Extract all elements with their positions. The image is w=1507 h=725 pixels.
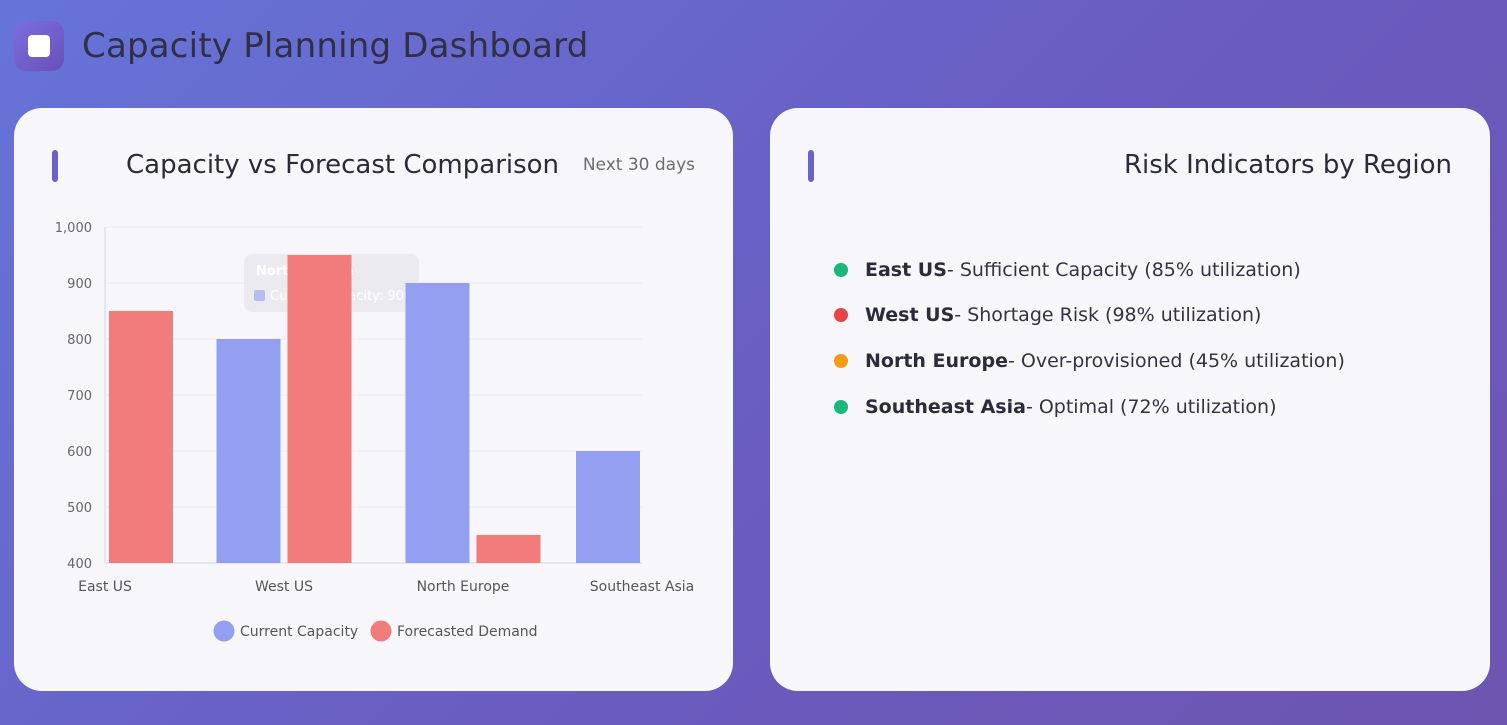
page-header: Capacity Planning Dashboard xyxy=(14,20,589,72)
risk-region-name: Southeast Asia xyxy=(865,395,1026,418)
x-tick-label: Southeast Asia xyxy=(590,579,694,595)
y-tick-label: 400 xyxy=(67,557,92,572)
bar-current-capacity[interactable] xyxy=(576,451,640,563)
y-tick-label: 600 xyxy=(67,445,92,460)
legend-label[interactable]: Current Capacity xyxy=(240,624,358,640)
y-tick-label: 900 xyxy=(67,277,92,292)
status-dot-icon xyxy=(834,308,848,323)
risk-item-east-us: East US - Sufficient Capacity (85% utili… xyxy=(834,258,1345,281)
bar-current-capacity[interactable] xyxy=(216,339,281,563)
risk-description: - Over-provisioned (45% utilization) xyxy=(1007,349,1345,372)
tooltip-swatch xyxy=(254,290,265,301)
bar-forecasted-demand[interactable] xyxy=(287,255,352,563)
risk-indicators-card: Risk Indicators by Region East US - Suff… xyxy=(770,108,1490,691)
bar-forecasted-demand[interactable] xyxy=(476,535,541,563)
risk-list: East US - Sufficient Capacity (85% utili… xyxy=(834,258,1345,441)
bar-current-capacity[interactable] xyxy=(405,283,470,563)
y-axis-ticks: 1,000 900 800 700 600 500 400 xyxy=(55,221,92,572)
y-tick-label: 1,000 xyxy=(55,221,92,236)
bar-forecasted-demand[interactable] xyxy=(109,311,173,563)
risk-item-west-us: West US - Shortage Risk (98% utilization… xyxy=(834,304,1345,327)
legend-label[interactable]: Forecasted Demand xyxy=(397,624,538,640)
risk-card-title: Risk Indicators by Region xyxy=(1123,150,1452,180)
capacity-bar-chart[interactable]: 1,000 900 800 700 600 500 400 East US West US No… xyxy=(14,108,733,691)
risk-item-north-europe: North Europe - Over-provisioned (45% uti… xyxy=(834,349,1345,372)
status-dot-icon xyxy=(834,399,848,414)
risk-item-southeast-asia: Southeast Asia - Optimal (72% utilizatio… xyxy=(834,395,1345,418)
dashboard-logo-icon xyxy=(14,21,64,71)
x-tick-label: East US xyxy=(78,579,132,595)
risk-region-name: East US xyxy=(865,258,947,281)
risk-region-name: North Europe xyxy=(865,349,1008,372)
legend-swatch xyxy=(213,620,235,642)
risk-description: - Shortage Risk (98% utilization) xyxy=(954,304,1262,327)
status-dot-icon xyxy=(834,353,848,368)
capacity-forecast-card: Capacity vs Forecast Comparison Next 30 … xyxy=(14,108,733,691)
x-axis-ticks: East US West US North Europe Southeast Asia xyxy=(78,579,694,595)
y-tick-label: 800 xyxy=(67,333,92,348)
page-title: Capacity Planning Dashboard xyxy=(82,26,589,66)
x-tick-label: West US xyxy=(255,579,313,595)
risk-region-name: West US xyxy=(865,304,955,327)
y-tick-label: 500 xyxy=(67,501,92,516)
risk-description: - Optimal (72% utilization) xyxy=(1025,395,1277,418)
status-dot-icon xyxy=(834,262,848,277)
risk-description: - Sufficient Capacity (85% utilization) xyxy=(946,258,1301,281)
y-tick-label: 700 xyxy=(67,389,92,404)
x-tick-label: North Europe xyxy=(417,579,510,595)
card-accent-bar xyxy=(808,150,814,182)
legend-swatch xyxy=(370,620,392,642)
chart-legend: Current Capacity Forecasted Demand xyxy=(213,620,538,642)
